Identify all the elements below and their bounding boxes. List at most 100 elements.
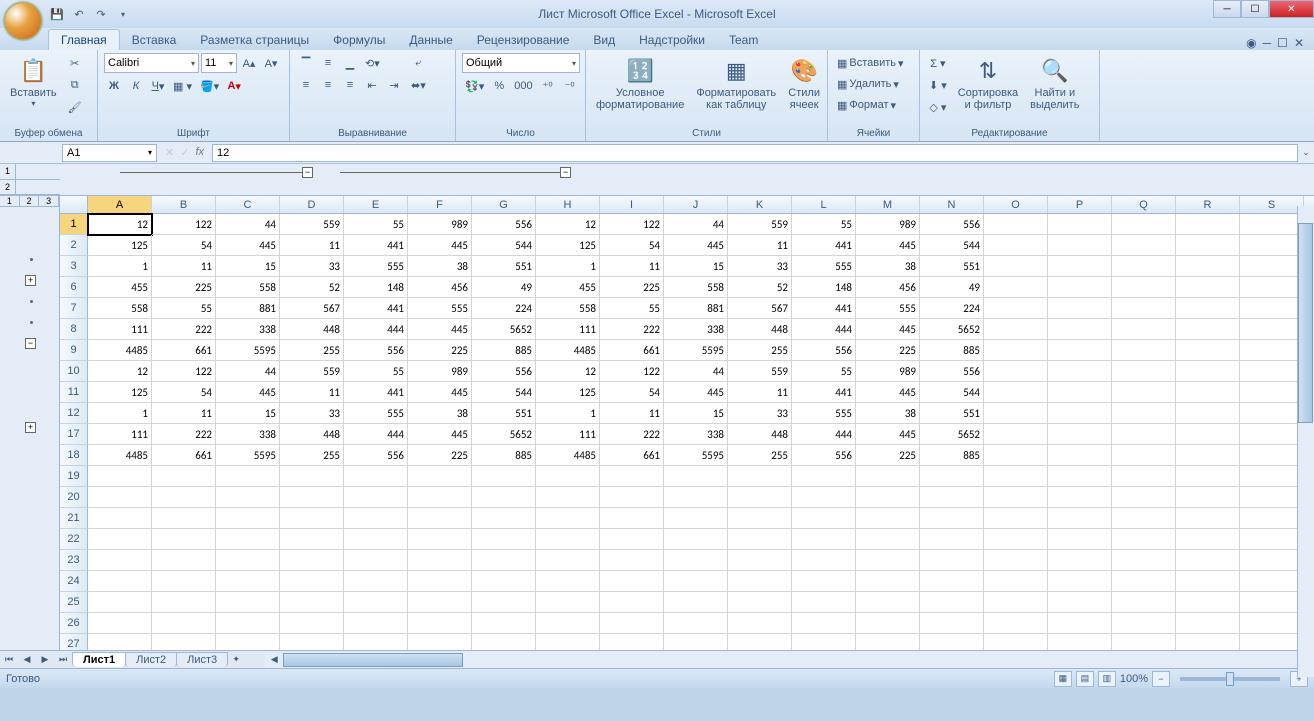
cell[interactable]	[984, 277, 1048, 298]
cell[interactable]	[344, 529, 408, 550]
cell[interactable]	[856, 613, 920, 634]
spreadsheet-grid[interactable]: ABCDEFGHIJKLMNOPQRS 12367891011121718192…	[60, 196, 1314, 650]
column-header[interactable]: L	[792, 196, 856, 213]
cell[interactable]	[1240, 298, 1304, 319]
cell[interactable]: 559	[728, 214, 792, 235]
cell[interactable]	[280, 508, 344, 529]
copy-icon[interactable]: ⧉	[65, 75, 85, 95]
cell[interactable]: 555	[792, 256, 856, 277]
cell[interactable]	[1240, 340, 1304, 361]
cell[interactable]: 225	[856, 340, 920, 361]
cell[interactable]	[472, 571, 536, 592]
cell[interactable]: 44	[664, 214, 728, 235]
col-group-collapse-2[interactable]: −	[560, 167, 571, 178]
cell[interactable]: 5595	[664, 445, 728, 466]
cell[interactable]: 881	[664, 298, 728, 319]
cell[interactable]	[344, 613, 408, 634]
cell[interactable]	[600, 508, 664, 529]
align-middle-icon[interactable]: ≡	[318, 53, 338, 73]
cell[interactable]: 1	[536, 403, 600, 424]
cell[interactable]	[792, 529, 856, 550]
cell[interactable]: 12	[88, 214, 152, 235]
cell[interactable]: 222	[600, 319, 664, 340]
ribbon-tab-вставка[interactable]: Вставка	[120, 30, 189, 50]
cell[interactable]: 441	[792, 235, 856, 256]
cell[interactable]	[1240, 634, 1304, 650]
enter-icon[interactable]: ✓	[180, 146, 189, 159]
cell[interactable]	[856, 487, 920, 508]
cell[interactable]	[792, 466, 856, 487]
cell[interactable]	[1240, 382, 1304, 403]
cell[interactable]	[856, 571, 920, 592]
cell[interactable]	[1048, 592, 1112, 613]
row-outline-level-1[interactable]: 1	[0, 196, 20, 206]
cell[interactable]	[600, 487, 664, 508]
cell[interactable]: 1	[88, 403, 152, 424]
cell[interactable]	[1240, 256, 1304, 277]
cell[interactable]	[536, 487, 600, 508]
cell[interactable]	[216, 592, 280, 613]
cell[interactable]	[216, 550, 280, 571]
cell[interactable]	[408, 529, 472, 550]
cell[interactable]	[344, 550, 408, 571]
row-header[interactable]: 22	[60, 529, 88, 550]
cell[interactable]	[1048, 445, 1112, 466]
row-group-toggle[interactable]: +	[25, 275, 36, 286]
cell[interactable]	[1112, 445, 1176, 466]
cell[interactable]: 111	[88, 319, 152, 340]
cell[interactable]	[984, 319, 1048, 340]
cell[interactable]	[536, 550, 600, 571]
cell[interactable]	[472, 613, 536, 634]
cell[interactable]: 125	[536, 382, 600, 403]
cell[interactable]: 556	[344, 340, 408, 361]
cell[interactable]	[1176, 361, 1240, 382]
cell[interactable]: 222	[152, 424, 216, 445]
cell[interactable]: 445	[664, 382, 728, 403]
sheet-tab[interactable]: Лист2	[125, 652, 177, 667]
cell[interactable]: 1	[536, 256, 600, 277]
column-header[interactable]: N	[920, 196, 984, 213]
cell[interactable]: 556	[344, 445, 408, 466]
expand-formula-icon[interactable]: ⌄	[1298, 147, 1314, 158]
cell[interactable]	[1048, 319, 1112, 340]
cell[interactable]	[664, 487, 728, 508]
qat-more-icon[interactable]: ▾	[114, 5, 132, 23]
paste-button[interactable]: 📋 Вставить ▾	[6, 53, 61, 110]
cut-icon[interactable]: ✂	[65, 53, 85, 73]
cell[interactable]: 338	[216, 424, 280, 445]
cell[interactable]: 5595	[216, 340, 280, 361]
cell[interactable]	[600, 634, 664, 650]
cell[interactable]	[1048, 634, 1112, 650]
cell[interactable]	[1240, 235, 1304, 256]
cell[interactable]	[1176, 508, 1240, 529]
cell[interactable]: 54	[152, 235, 216, 256]
cell[interactable]	[408, 487, 472, 508]
cell[interactable]	[408, 613, 472, 634]
cell[interactable]	[1176, 214, 1240, 235]
cell[interactable]	[88, 550, 152, 571]
cell[interactable]: 255	[280, 445, 344, 466]
cell[interactable]	[1048, 424, 1112, 445]
column-header[interactable]: F	[408, 196, 472, 213]
cell[interactable]	[1048, 571, 1112, 592]
cell[interactable]: 55	[792, 214, 856, 235]
cell[interactable]	[216, 508, 280, 529]
cell[interactable]: 456	[856, 277, 920, 298]
cell[interactable]	[1048, 613, 1112, 634]
cell[interactable]	[1176, 466, 1240, 487]
cell[interactable]	[792, 508, 856, 529]
cell[interactable]	[88, 508, 152, 529]
cell[interactable]: 5652	[472, 319, 536, 340]
cell[interactable]: 989	[856, 361, 920, 382]
italic-button[interactable]: К	[126, 76, 146, 96]
cell[interactable]	[1240, 613, 1304, 634]
cell[interactable]: 455	[88, 277, 152, 298]
cell[interactable]	[1048, 361, 1112, 382]
fx-icon[interactable]: fx	[195, 146, 204, 159]
cell[interactable]: 122	[152, 214, 216, 235]
row-header[interactable]: 3	[60, 256, 88, 277]
cell[interactable]	[152, 571, 216, 592]
cell[interactable]	[600, 613, 664, 634]
clear-icon[interactable]: ◇ ▾	[926, 97, 950, 117]
office-button[interactable]	[4, 2, 42, 40]
